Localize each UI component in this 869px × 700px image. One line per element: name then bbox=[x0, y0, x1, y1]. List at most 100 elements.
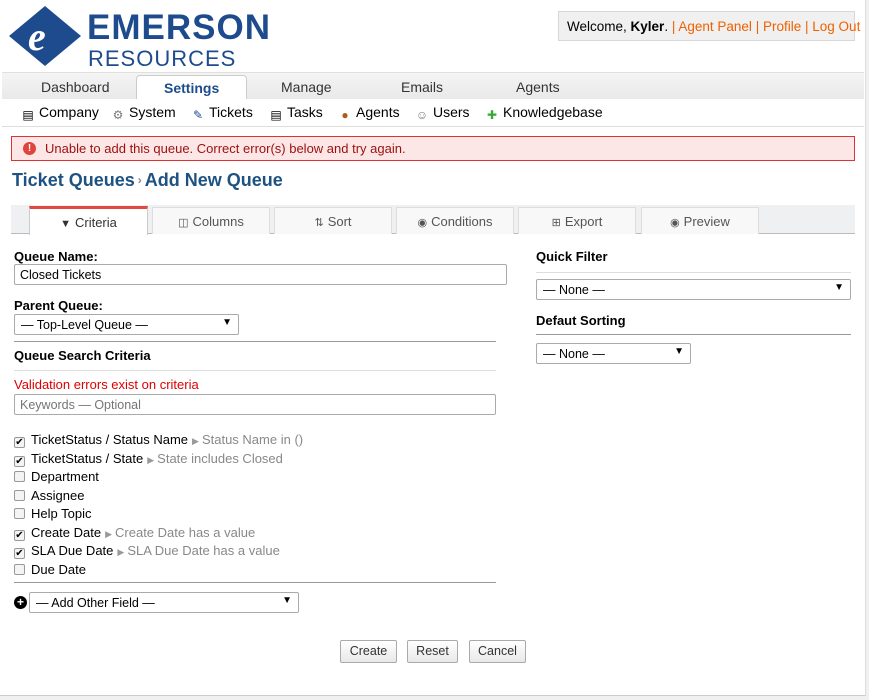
subnav-tickets[interactable]: ✎ Tickets bbox=[191, 104, 253, 122]
criteria-row[interactable]: ✔ TicketStatus / State ▶ State includes Clo… bbox=[14, 451, 283, 469]
criteria-description[interactable]: Create Date has a value bbox=[115, 525, 255, 540]
criteria-row[interactable]: Department bbox=[14, 469, 99, 487]
agents-icon: ● bbox=[341, 108, 349, 122]
columns-icon: ◫ bbox=[178, 217, 189, 229]
subnav-company-label: Company bbox=[39, 104, 99, 120]
tab-sort-label: Sort bbox=[327, 214, 352, 229]
criteria-description[interactable]: SLA Due Date has a value bbox=[127, 543, 280, 558]
expand-arrow-icon[interactable]: ▶ bbox=[105, 529, 112, 539]
tickets-icon: ✎ bbox=[192, 108, 204, 122]
create-button[interactable]: Create bbox=[340, 640, 397, 663]
criteria-checkbox[interactable] bbox=[14, 563, 25, 575]
default-sorting-value: — None — bbox=[543, 347, 605, 361]
tab-conditions[interactable]: ◉ Conditions bbox=[396, 207, 514, 234]
main-nav: Dashboard Settings Manage Emails Agents bbox=[2, 72, 864, 101]
cancel-button[interactable]: Cancel bbox=[469, 640, 526, 663]
subnav-agents[interactable]: ● Agents bbox=[338, 104, 400, 122]
queue-name-label: Queue Name: bbox=[14, 249, 98, 264]
info-icon: ◉ bbox=[417, 217, 428, 229]
parent-queue-select[interactable]: — Top-Level Queue — ▼ bbox=[14, 314, 239, 335]
tab-emails[interactable]: Emails bbox=[401, 79, 443, 95]
company-icon: ▤ bbox=[22, 108, 34, 122]
divider bbox=[536, 272, 851, 273]
gear-icon: ⚙ bbox=[112, 108, 124, 122]
subnav-system[interactable]: ⚙ System bbox=[111, 104, 176, 122]
expand-arrow-icon[interactable]: ▶ bbox=[147, 455, 154, 465]
criteria-row[interactable]: ✔ TicketStatus / Status Name ▶ Status Name … bbox=[14, 432, 303, 450]
error-banner: ! Unable to add this queue. Correct erro… bbox=[11, 136, 855, 161]
criteria-checkbox[interactable]: ✔ bbox=[14, 529, 25, 541]
tab-sort[interactable]: ⇅ Sort bbox=[274, 207, 392, 234]
subnav-agents-label: Agents bbox=[356, 104, 400, 120]
welcome-prefix: Welcome, bbox=[567, 19, 631, 34]
parent-queue-value: — Top-Level Queue — bbox=[21, 318, 148, 332]
criteria-label: TicketStatus / State bbox=[31, 450, 144, 466]
criteria-label: Help Topic bbox=[31, 506, 92, 521]
tasks-icon: ▤ bbox=[270, 108, 282, 122]
company-logo[interactable]: e EMERSON RESOURCES INC bbox=[9, 6, 271, 97]
sub-nav: ▤ Company ⚙ System ✎ Tickets ▤ Tasks ● Agents… bbox=[2, 99, 864, 127]
tab-manage[interactable]: Manage bbox=[281, 79, 332, 95]
search-criteria-heading: Queue Search Criteria bbox=[14, 348, 151, 363]
criteria-checkbox[interactable] bbox=[14, 471, 25, 482]
criteria-description[interactable]: Status Name in () bbox=[202, 432, 303, 447]
criteria-row[interactable]: ✔ SLA Due Date ▶ SLA Due Date has a value bbox=[14, 543, 280, 561]
criteria-row[interactable]: Assignee bbox=[14, 488, 84, 506]
validation-error: Validation errors exist on criteria bbox=[14, 377, 199, 392]
add-other-field-select[interactable]: — Add Other Field — ▼ bbox=[29, 592, 299, 613]
criteria-label: Due Date bbox=[31, 561, 86, 577]
brand-line1: EMERSON bbox=[87, 8, 271, 47]
criteria-label: Assignee bbox=[31, 487, 85, 503]
tab-criteria[interactable]: ▼ Criteria bbox=[29, 206, 148, 235]
expand-arrow-icon[interactable]: ▶ bbox=[117, 547, 124, 557]
svg-text:e: e bbox=[28, 14, 46, 59]
subnav-tickets-label: Tickets bbox=[209, 104, 253, 120]
tab-conditions-label: Conditions bbox=[431, 214, 493, 229]
criteria-row[interactable]: Help Topic bbox=[14, 506, 91, 524]
subnav-tasks[interactable]: ▤ Tasks bbox=[269, 104, 323, 122]
add-field-icon[interactable]: + bbox=[14, 596, 27, 609]
dropdown-arrow-icon: ▼ bbox=[834, 282, 844, 293]
divider bbox=[14, 341, 496, 342]
agent-panel-link[interactable]: Agent Panel bbox=[678, 19, 752, 34]
breadcrumb-ticket-queues[interactable]: Ticket Queues bbox=[12, 170, 135, 190]
subnav-tasks-label: Tasks bbox=[287, 104, 323, 120]
subnav-company[interactable]: ▤ Company bbox=[21, 104, 99, 122]
criteria-checkbox[interactable] bbox=[14, 489, 25, 501]
criteria-label: Create Date bbox=[31, 524, 102, 540]
keywords-input[interactable] bbox=[14, 394, 496, 415]
tab-bar: ▼ Criteria ◫ Columns ⇅ Sort ◉ Conditions ⊞ Ex… bbox=[11, 205, 855, 235]
criteria-checkbox[interactable]: ✔ bbox=[14, 437, 25, 448]
tab-settings[interactable]: Settings bbox=[136, 75, 248, 101]
subnav-knowledgebase-label: Knowledgebase bbox=[503, 104, 603, 120]
subnav-users[interactable]: ☺ Users bbox=[415, 104, 470, 122]
tab-agents[interactable]: Agents bbox=[516, 79, 560, 95]
page-title: Ticket Queues › Add New Queue bbox=[12, 170, 283, 191]
log-out-link[interactable]: Log Out bbox=[812, 19, 860, 34]
criteria-checkbox[interactable]: ✔ bbox=[14, 548, 25, 559]
filter-icon: ▼ bbox=[60, 218, 71, 230]
criteria-description[interactable]: State includes Closed bbox=[157, 451, 283, 466]
queue-name-input[interactable] bbox=[14, 264, 507, 285]
export-icon: ⊞ bbox=[551, 217, 561, 229]
criteria-checkbox[interactable] bbox=[14, 508, 25, 519]
add-other-field-value: — Add Other Field — bbox=[36, 596, 155, 610]
tab-preview[interactable]: ◉ Preview bbox=[641, 207, 759, 234]
tab-export[interactable]: ⊞ Export bbox=[518, 207, 636, 234]
page: e EMERSON RESOURCES INC Welcome, Kyler. … bbox=[0, 0, 866, 696]
quick-filter-select[interactable]: — None — ▼ bbox=[536, 279, 851, 300]
error-message: Unable to add this queue. Correct error(… bbox=[45, 141, 406, 156]
subnav-system-label: System bbox=[129, 104, 176, 120]
tab-dashboard[interactable]: Dashboard bbox=[41, 79, 110, 95]
criteria-label: Department bbox=[31, 469, 99, 484]
criteria-checkbox[interactable]: ✔ bbox=[14, 455, 25, 467]
criteria-row[interactable]: Due Date bbox=[14, 562, 86, 580]
expand-arrow-icon[interactable]: ▶ bbox=[192, 436, 199, 446]
criteria-row[interactable]: ✔ Create Date ▶ Create Date has a value bbox=[14, 525, 255, 543]
default-sorting-select[interactable]: — None — ▼ bbox=[536, 343, 691, 364]
divider bbox=[14, 582, 496, 583]
reset-button[interactable]: Reset bbox=[407, 640, 458, 663]
subnav-knowledgebase[interactable]: ✚ Knowledgebase bbox=[485, 104, 603, 122]
profile-link[interactable]: Profile bbox=[763, 19, 801, 34]
tab-columns[interactable]: ◫ Columns bbox=[152, 207, 270, 234]
